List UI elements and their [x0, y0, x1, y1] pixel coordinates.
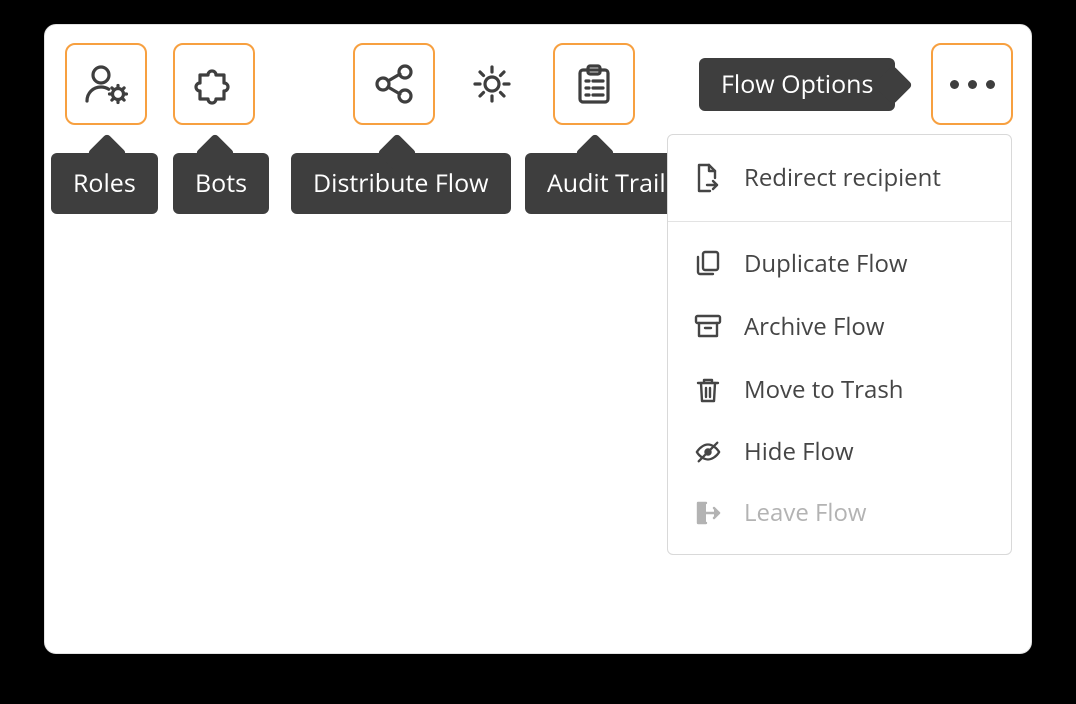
flow-options-menu: Redirect recipient Duplicate Flow Archiv… — [667, 134, 1012, 555]
menu-item-label: Archive Flow — [744, 315, 884, 339]
roles-tooltip: Roles — [51, 153, 158, 214]
trash-icon — [694, 376, 722, 404]
menu-item-leave-flow: Leave Flow — [668, 482, 1011, 544]
flow-options-button[interactable] — [931, 43, 1013, 125]
duplicate-icon — [694, 250, 722, 278]
panel: Roles Bots Distribute Flow Audit Trail F… — [44, 24, 1032, 654]
roles-icon — [83, 61, 129, 107]
distribute-flow-button[interactable] — [353, 43, 435, 125]
menu-item-archive-flow[interactable]: Archive Flow — [668, 296, 1011, 358]
menu-item-label: Leave Flow — [744, 501, 867, 525]
redirect-icon — [694, 163, 722, 193]
menu-item-label: Move to Trash — [744, 378, 903, 402]
audit-tooltip: Audit Trail — [525, 153, 688, 214]
menu-item-hide-flow[interactable]: Hide Flow — [668, 422, 1011, 482]
menu-item-move-to-trash[interactable]: Move to Trash — [668, 358, 1011, 422]
gear-icon — [469, 61, 515, 107]
clipboard-list-icon — [571, 61, 617, 107]
flow-options-tooltip: Flow Options — [699, 58, 895, 111]
distribute-tooltip: Distribute Flow — [291, 153, 511, 214]
menu-separator — [668, 221, 1011, 222]
roles-button[interactable] — [65, 43, 147, 125]
more-horizontal-icon — [950, 80, 995, 89]
menu-item-label: Redirect recipient — [744, 166, 941, 190]
share-icon — [371, 61, 417, 107]
bots-tooltip: Bots — [173, 153, 269, 214]
puzzle-icon — [191, 61, 237, 107]
archive-icon — [694, 314, 722, 340]
menu-item-duplicate-flow[interactable]: Duplicate Flow — [668, 232, 1011, 296]
eye-off-icon — [694, 440, 722, 464]
menu-item-label: Duplicate Flow — [744, 252, 908, 276]
bots-button[interactable] — [173, 43, 255, 125]
leave-icon — [694, 500, 722, 526]
audit-trail-button[interactable] — [553, 43, 635, 125]
menu-item-label: Hide Flow — [744, 440, 854, 464]
settings-button[interactable] — [451, 43, 533, 125]
menu-item-redirect-recipient[interactable]: Redirect recipient — [668, 145, 1011, 211]
